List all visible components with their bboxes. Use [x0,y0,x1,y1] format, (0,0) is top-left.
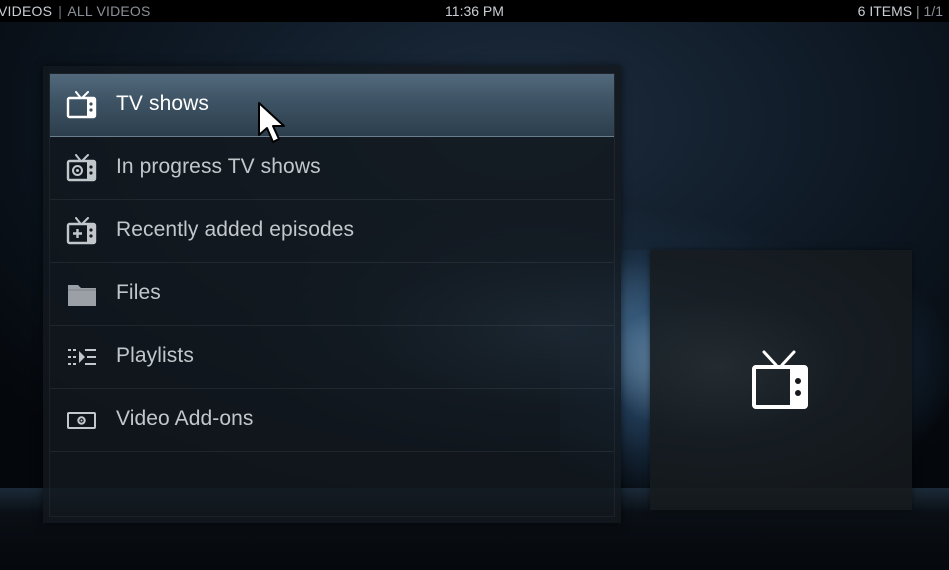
item-count-info: 6 ITEMS | 1/1 [858,0,943,22]
menu-item-recently-added-episodes[interactable]: Recently added episodes [50,200,614,263]
tv-in-progress-icon [66,154,97,182]
page-indicator: 1/1 [923,3,943,19]
menu-item-tv-shows[interactable]: TV shows [50,74,614,137]
kodi-videos-screen: VIDEOS | ALL VIDEOS 11:36 PM 6 ITEMS | 1… [0,0,949,570]
tv-icon [752,350,808,409]
menu-item-label: Recently added episodes [116,218,355,241]
playlist-icon [68,349,96,365]
menu-item-label: In progress TV shows [116,155,321,178]
mouse-pointer-icon [258,102,285,143]
clock: 11:36 PM [445,3,504,19]
menu-item-label: Files [116,281,161,304]
menu-item-video-addons[interactable]: Video Add-ons [50,389,614,452]
preview-panel [650,250,912,510]
top-bar: VIDEOS | ALL VIDEOS 11:36 PM 6 ITEMS | 1… [0,0,949,22]
menu-item-label: Playlists [116,344,194,367]
tv-add-icon [66,217,97,245]
menu-item-in-progress-tv-shows[interactable]: In progress TV shows [50,137,614,200]
folder-icon [68,285,96,306]
video-menu-list: TV shows In progress TV shows Recently a… [49,73,615,517]
menu-item-label: Video Add-ons [116,407,254,430]
menu-item-files[interactable]: Files [50,263,614,326]
menu-item-playlists[interactable]: Playlists [50,326,614,389]
tv-icon [66,91,97,119]
video-menu-panel: TV shows In progress TV shows Recently a… [43,66,621,523]
menu-item-label: TV shows [116,92,209,115]
item-count: 6 ITEMS [857,3,913,19]
addon-icon [67,412,96,429]
page-separator: | [916,3,920,19]
